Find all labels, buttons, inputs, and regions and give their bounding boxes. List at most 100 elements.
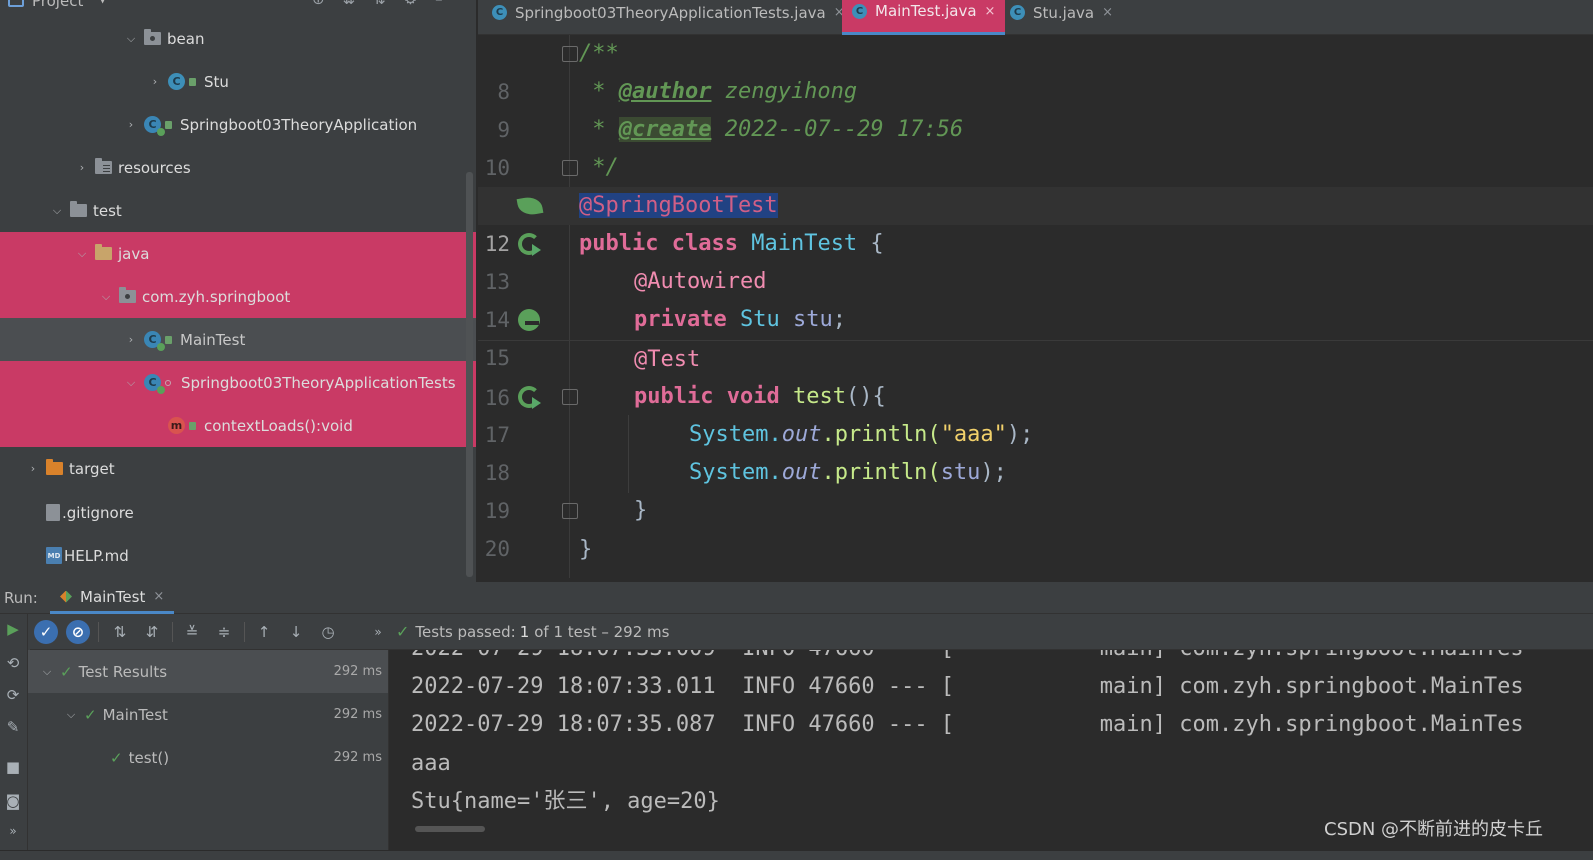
tab-application-tests[interactable]: C Springboot03TheoryApplicationTests.jav…: [482, 0, 855, 35]
code-text: */: [579, 155, 619, 180]
stop-icon[interactable]: ■: [2, 756, 24, 778]
code-line-13[interactable]: 13 public class MainTest {: [478, 225, 1593, 294]
markdown-file-icon: MD: [46, 547, 62, 564]
code-line-8[interactable]: 8 /**: [478, 35, 1593, 104]
annotation: @SpringBootTest: [579, 193, 778, 218]
tree-item-context-loads[interactable]: m contextLoads():void: [0, 404, 476, 447]
close-icon[interactable]: ×: [153, 589, 164, 604]
code-text: (){: [845, 384, 886, 409]
tab-maintest[interactable]: C MainTest.java ×: [842, 0, 1006, 35]
code-line-14[interactable]: 14 @Autowired: [478, 263, 1593, 332]
tree-item-package[interactable]: ⌵ com.zyh.springboot: [0, 275, 476, 318]
status-suffix: of 1 test – 292 ms: [534, 622, 670, 641]
code-editor[interactable]: C Springboot03TheoryApplicationTests.jav…: [478, 0, 1593, 578]
arrow-up-icon[interactable]: ↑: [252, 620, 276, 644]
camera-icon[interactable]: ◙: [2, 790, 24, 812]
line-number: 21: [478, 569, 510, 578]
code-text: {: [857, 231, 884, 256]
run-tab-maintest[interactable]: MainTest ×: [50, 582, 175, 614]
wrench-icon[interactable]: ✎: [2, 716, 24, 738]
tree-item-help-md[interactable]: MD HELP.md: [0, 534, 476, 577]
chevron-down-icon[interactable]: ⌵: [124, 32, 138, 46]
arrow-down-icon[interactable]: ↓: [284, 620, 308, 644]
tree-item-application[interactable]: › C Springboot03TheoryApplication: [0, 103, 476, 146]
console-scrollbar[interactable]: [415, 826, 485, 832]
fold-icon[interactable]: [562, 503, 578, 519]
code-line-18[interactable]: 18 System.out.println("aaa");: [478, 416, 1593, 485]
chevron-down-icon[interactable]: ⌵: [50, 204, 64, 218]
run-gutter-icon[interactable]: [518, 233, 541, 256]
project-title[interactable]: Project: [32, 0, 83, 10]
test-result-test[interactable]: ✓ test() 292 ms: [28, 736, 388, 779]
close-icon[interactable]: ×: [1102, 5, 1113, 20]
tree-item-target[interactable]: › target: [0, 447, 476, 490]
code-line-20[interactable]: 20 }: [478, 492, 1593, 561]
test-results-root[interactable]: ⌵ ✓ Test Results 292 ms: [28, 650, 388, 693]
chevron-right-icon[interactable]: ›: [124, 333, 138, 346]
tree-item-label: .gitignore: [62, 503, 134, 522]
tree-item-maintest[interactable]: › C MainTest: [0, 318, 476, 361]
chevron-right-icon[interactable]: ›: [124, 118, 138, 131]
code-line-11[interactable]: 11 */: [478, 149, 1593, 218]
fold-icon[interactable]: [562, 46, 578, 62]
code-line-9[interactable]: 9 * @author zengyihong: [478, 73, 1593, 142]
run-gutter-icon[interactable]: [518, 386, 541, 409]
editor-tab-bar: C Springboot03TheoryApplicationTests.jav…: [478, 0, 1593, 35]
show-ignored-icon[interactable]: ⊘: [66, 620, 90, 644]
expand-all-icon[interactable]: ≚: [180, 620, 204, 644]
spring-bean-icon[interactable]: [516, 195, 544, 217]
code-line-17[interactable]: 17 public void test(){: [478, 378, 1593, 447]
rerun-icon[interactable]: ▶: [2, 618, 24, 640]
chevron-down-icon[interactable]: ⌵: [99, 290, 113, 304]
run-label: Run:: [4, 589, 38, 607]
code-text: }: [579, 537, 593, 562]
tree-item-gitignore[interactable]: .gitignore: [0, 491, 476, 534]
code-text: System.: [689, 460, 782, 485]
rerun-failed-icon[interactable]: ⟲: [2, 652, 24, 674]
code-line-16[interactable]: 16 @Test: [478, 340, 1593, 410]
test-result-maintest[interactable]: ⌵ ✓ MainTest 292 ms: [28, 693, 388, 736]
sort-by-duration-icon[interactable]: ⇵: [140, 620, 164, 644]
class-icon: C: [1010, 5, 1025, 20]
chevron-down-icon[interactable]: ▼: [98, 0, 107, 5]
sort-alphabetically-icon[interactable]: ⇅: [108, 620, 132, 644]
project-toolbar-icons[interactable]: ⊕⇊⇅⚙–: [312, 0, 461, 8]
chevron-down-icon[interactable]: ⌵: [75, 247, 89, 261]
chevron-down-icon[interactable]: ⌵: [64, 708, 78, 722]
tree-item-test[interactable]: ⌵ test: [0, 189, 476, 232]
chevron-right-icon[interactable]: ›: [75, 161, 89, 174]
code-line-15[interactable]: 15 private Stu stu;: [478, 301, 1593, 370]
tree-item-stu[interactable]: › C Stu: [0, 60, 476, 103]
field-name: stu: [792, 307, 833, 332]
chevron-down-icon[interactable]: ⌵: [40, 665, 54, 679]
package-folder-icon: [144, 29, 161, 45]
tree-item-java[interactable]: ⌵ java: [0, 232, 476, 275]
navigate-bean-icon[interactable]: [518, 309, 540, 331]
chevron-right-icon[interactable]: ›: [26, 462, 40, 475]
code-line-21[interactable]: 21 }: [478, 531, 1593, 578]
toggle-auto-test-icon[interactable]: ⟳: [2, 684, 24, 706]
chevron-down-icon[interactable]: ⌵: [124, 376, 138, 390]
fold-icon[interactable]: [562, 160, 578, 176]
tab-stu[interactable]: C Stu.java ×: [1000, 0, 1123, 35]
status-count: 1: [519, 622, 530, 641]
code-line-19[interactable]: 19 System.out.println(stu);: [478, 454, 1593, 523]
project-scrollbar[interactable]: [466, 172, 473, 577]
code-line-10[interactable]: 10 * @create 2022--07--29 17:56: [478, 111, 1593, 180]
tree-item-application-tests[interactable]: ⌵ C Springboot03TheoryApplicationTests: [0, 361, 476, 404]
close-icon[interactable]: ×: [985, 4, 996, 19]
tree-item-resources[interactable]: › resources: [0, 146, 476, 189]
history-icon[interactable]: ◷: [316, 620, 340, 644]
code-text: 2022--07--29 17:56: [711, 117, 964, 142]
static-field: out: [781, 422, 822, 447]
tree-item-bean[interactable]: ⌵ bean: [0, 17, 476, 60]
collapse-all-icon[interactable]: ≑: [212, 620, 236, 644]
show-passed-icon[interactable]: ✓: [34, 620, 58, 644]
fold-icon[interactable]: [562, 389, 578, 405]
chevron-right-icon[interactable]: ›: [148, 75, 162, 88]
more-icon[interactable]: »: [2, 820, 24, 842]
more-icon[interactable]: »: [366, 620, 390, 644]
project-panel: Project ▼ ⊕⇊⇅⚙– ⌵ bean › C Stu › C Sprin…: [0, 0, 476, 582]
tree-item-label: HELP.md: [64, 546, 129, 565]
code-line-12[interactable]: 12 @SpringBootTest: [478, 187, 1593, 256]
